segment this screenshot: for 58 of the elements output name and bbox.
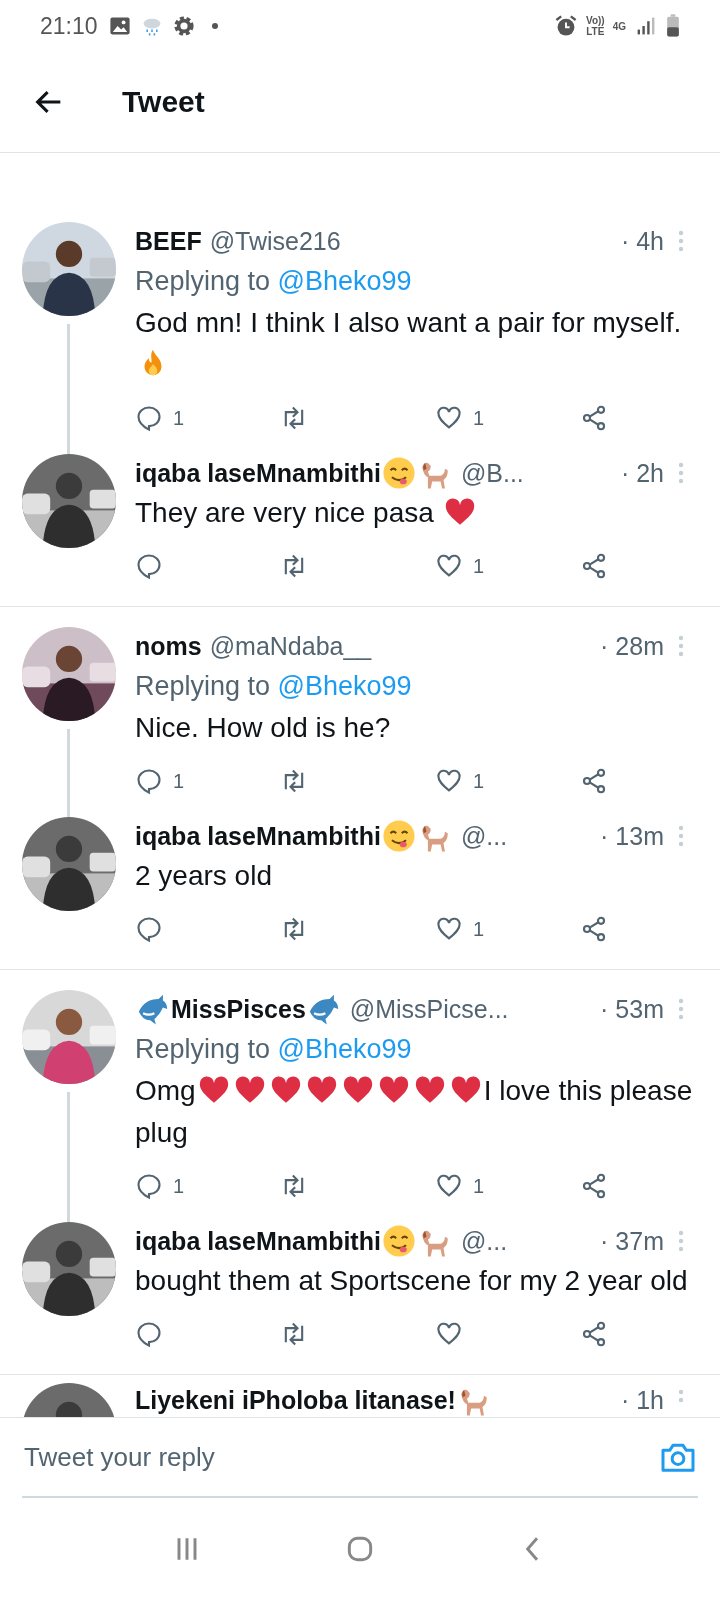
- tweet-time: · 13m: [600, 821, 664, 851]
- user-handle: @Twise216: [209, 226, 341, 256]
- share-button[interactable]: [580, 915, 608, 943]
- reply-field[interactable]: Tweet your reply: [22, 1440, 658, 1474]
- reply-button[interactable]: 1: [135, 1172, 185, 1200]
- reply-button[interactable]: [135, 552, 163, 580]
- network-indicator: 4G: [612, 20, 626, 32]
- tweet-text: Omg I love this please plug: [135, 1072, 694, 1150]
- battery-icon: [666, 14, 680, 38]
- volte-indicator: Vo)) LTE: [585, 15, 605, 37]
- display-name: iqaba laseMnambithi: [135, 456, 453, 490]
- user-handle: @MissPicse...: [349, 994, 509, 1024]
- user-handle: @...: [460, 821, 508, 851]
- share-button[interactable]: [580, 767, 608, 795]
- replying-to-text: Replying to @Bheko99: [135, 1033, 413, 1066]
- clock: 21:10: [40, 12, 98, 40]
- dot-icon: [211, 23, 218, 29]
- like-button[interactable]: 1: [435, 767, 485, 795]
- reply-button[interactable]: [135, 1320, 163, 1348]
- display-name: Liyekeni iPholoba litanase!: [135, 1383, 492, 1417]
- display-name: iqaba laseMnambithi: [135, 1224, 453, 1258]
- reply-button[interactable]: [135, 915, 163, 943]
- smiley-icon: [381, 819, 416, 853]
- tweet-time: · 1h: [620, 1385, 664, 1415]
- share-button[interactable]: [580, 404, 608, 432]
- display-name: BEEF: [135, 226, 202, 256]
- like-button[interactable]: 1: [435, 915, 485, 943]
- display-name: noms: [135, 631, 202, 661]
- smiley-icon: [381, 456, 416, 490]
- display-name: iqaba laseMnambithi: [135, 819, 453, 853]
- reply-button[interactable]: 1: [135, 404, 185, 432]
- like-button[interactable]: 1: [435, 1172, 485, 1200]
- reply-button[interactable]: 1: [135, 767, 185, 795]
- user-handle: @...: [460, 1226, 508, 1256]
- like-button[interactable]: 1: [435, 552, 485, 580]
- tweet-time: · 4h: [620, 226, 664, 256]
- tweet-time: · 53m: [600, 994, 664, 1024]
- alarm-icon: [553, 14, 578, 38]
- tweet-time: · 37m: [600, 1226, 664, 1256]
- tweet-text: They are very nice pasa: [135, 492, 694, 534]
- tweet-text: Nice. How old is he?: [135, 711, 392, 745]
- tweet-text: bought them at Sportscene for my 2 year old: [135, 1264, 689, 1298]
- like-button[interactable]: 1: [435, 404, 485, 432]
- tweet-text: 2 years old: [135, 859, 273, 893]
- tweet-text: God mn! I think I also want a pair for myself.: [135, 302, 694, 386]
- user-handle: @B...: [460, 458, 524, 488]
- page-title: Tweet: [122, 85, 205, 119]
- user-handle: @maNdaba__: [209, 631, 372, 661]
- share-button[interactable]: [580, 1320, 608, 1348]
- share-button[interactable]: [580, 1172, 608, 1200]
- tweet-time: · 2h: [620, 458, 664, 488]
- replying-to-text: Replying to @Bheko99: [135, 670, 413, 703]
- share-button[interactable]: [580, 552, 608, 580]
- smiley-icon: [381, 1224, 416, 1258]
- replying-to-text: Replying to @Bheko99: [135, 265, 413, 298]
- display-name: MissPisces: [135, 992, 342, 1026]
- tweet-time: · 28m: [600, 631, 664, 661]
- dolphin-icon: [136, 992, 170, 1026]
